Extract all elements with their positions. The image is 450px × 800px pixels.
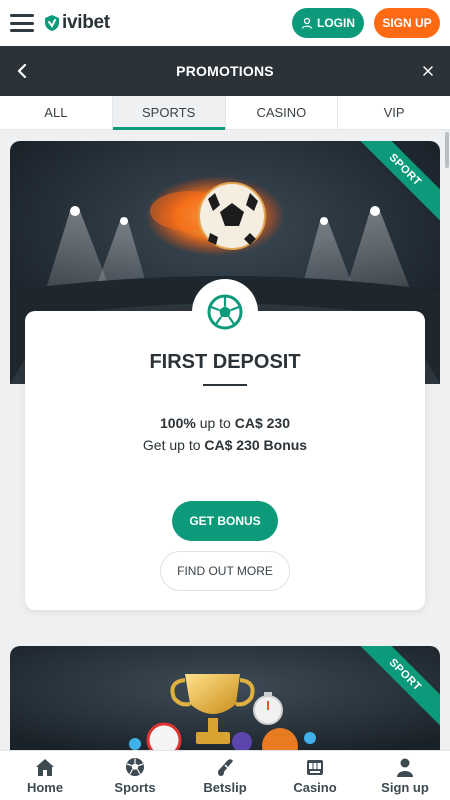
menu-icon[interactable] <box>10 14 34 32</box>
chevron-left-icon <box>17 64 27 78</box>
tab-all[interactable]: ALL <box>0 96 113 129</box>
soccer-ball-icon <box>124 757 146 777</box>
betslip-icon <box>214 757 236 777</box>
page-title: PROMOTIONS <box>176 63 274 79</box>
tab-vip[interactable]: VIP <box>338 96 450 129</box>
nav-sports[interactable]: Sports <box>90 751 180 800</box>
home-icon <box>34 757 56 777</box>
logo-text: ivibet <box>62 12 110 33</box>
shield-logo-icon <box>45 15 59 31</box>
soccer-ball-icon <box>207 294 243 330</box>
promo-tabs: ALL SPORTS CASINO VIP <box>0 96 450 130</box>
nav-betslip[interactable]: Betslip <box>180 751 270 800</box>
close-button[interactable] <box>418 61 438 81</box>
offer-prefix: Get up to <box>142 437 205 453</box>
user-icon <box>301 17 313 29</box>
signup-button[interactable]: SIGN UP <box>374 8 440 38</box>
offer-upto: up to <box>195 415 235 431</box>
login-label: LOGIN <box>317 16 355 30</box>
close-icon <box>423 66 433 76</box>
back-button[interactable] <box>12 60 32 82</box>
title-divider <box>203 384 247 386</box>
nav-betslip-label: Betslip <box>203 779 247 795</box>
slot-machine-icon <box>304 757 326 777</box>
top-bar: ivibet LOGIN SIGN UP <box>0 0 450 46</box>
bottom-nav: Home Sports Betslip Casino Sign up <box>0 750 450 800</box>
promo-banner-image-2: SPORT <box>10 646 440 750</box>
find-out-more-button[interactable]: FIND OUT MORE <box>160 551 290 591</box>
nav-casino[interactable]: Casino <box>270 751 360 800</box>
nav-signup[interactable]: Sign up <box>360 751 450 800</box>
promo-card: FIRST DEPOSIT 100% up to CA$ 230 Get up … <box>25 279 425 610</box>
nav-home[interactable]: Home <box>0 751 90 800</box>
offer-line-2: Get up to CA$ 230 Bonus <box>25 437 425 453</box>
nav-signup-label: Sign up <box>381 779 429 795</box>
tab-sports[interactable]: SPORTS <box>112 96 226 130</box>
offer-line-1: 100% up to CA$ 230 <box>25 415 425 431</box>
nav-home-label: Home <box>26 779 64 795</box>
get-bonus-button[interactable]: GET BONUS <box>172 501 278 541</box>
user-icon <box>394 757 416 777</box>
promotions-header: PROMOTIONS <box>0 46 450 96</box>
scrollbar[interactable] <box>445 132 449 168</box>
login-button[interactable]: LOGIN <box>292 8 364 38</box>
offer-bonus: CA$ 230 Bonus <box>204 437 308 453</box>
nav-casino-label: Casino <box>293 779 337 795</box>
soccer-ball-badge <box>192 279 258 345</box>
offer-amount: CA$ 230 <box>234 415 290 431</box>
logo[interactable]: ivibet <box>44 12 110 34</box>
promo-title: FIRST DEPOSIT <box>149 351 301 373</box>
tab-casino[interactable]: CASINO <box>226 96 339 129</box>
nav-sports-label: Sports <box>114 779 156 795</box>
offer-percent: 100% <box>160 415 196 431</box>
